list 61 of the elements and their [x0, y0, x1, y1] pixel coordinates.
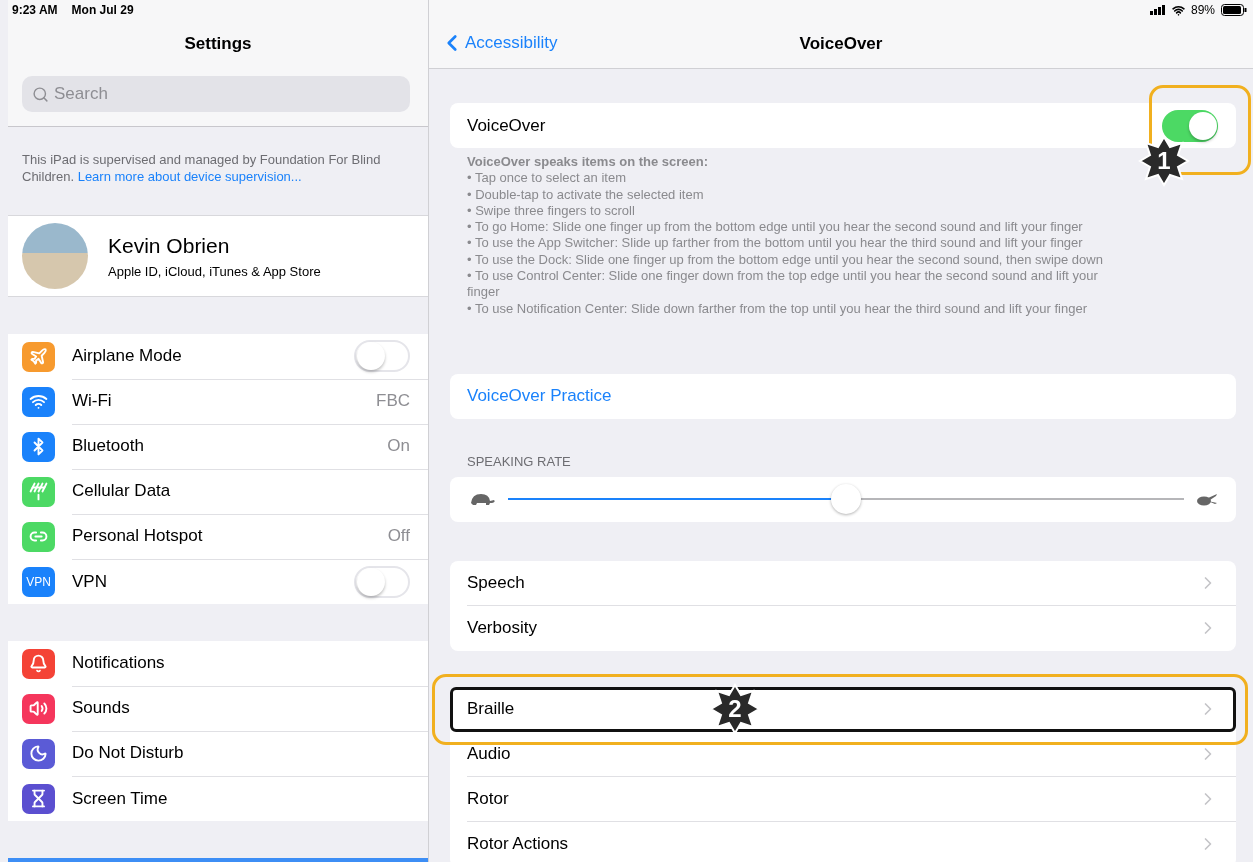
- row-label: Notifications: [72, 653, 165, 673]
- toggle-switch[interactable]: [354, 565, 410, 598]
- numbered-star-badge: 2: [709, 682, 761, 735]
- voiceover-toggle[interactable]: [1162, 109, 1218, 142]
- row-label: Cellular Data: [72, 481, 171, 501]
- profile-name: Kevin Obrien: [108, 233, 231, 258]
- settings-row[interactable]: Cellular Data: [8, 469, 428, 514]
- hare-icon: [1196, 492, 1218, 507]
- row-label: Screen Time: [72, 788, 168, 809]
- turtle-icon: [468, 492, 496, 507]
- row-label: Do Not Disturb: [72, 743, 184, 763]
- row-label: Personal Hotspot: [72, 526, 203, 546]
- description-bullet: • To use the App Switcher: Slide up farther from the bottom until you hear the third sound and lift your finger: [467, 235, 1083, 252]
- settings-row[interactable]: Sounds: [8, 686, 428, 731]
- description-bullet: • Tap once to select an item: [467, 170, 626, 187]
- battery-icon: [1221, 4, 1247, 16]
- settings-row[interactable]: Do Not Disturb: [8, 731, 428, 776]
- row-label: VoiceOver: [467, 115, 546, 136]
- settings-row[interactable]: Screen Time: [8, 776, 428, 821]
- row-label: Bluetooth: [72, 436, 144, 456]
- profile-row[interactable]: Kevin Obrien Apple ID, iCloud, iTunes & App Store: [8, 215, 428, 297]
- settings-row[interactable]: Personal Hotspot Off: [8, 514, 428, 559]
- sidebar-title: Settings: [184, 34, 252, 54]
- profile-subtitle: Apple ID, iCloud, iTunes & App Store: [108, 263, 321, 279]
- search-icon: [32, 86, 49, 103]
- status-date: Mon Jul 29: [71, 3, 134, 17]
- description-bullet: • To go Home: Slide one finger up from the bottom edge until you hear the second sound and lift your finger: [467, 219, 1083, 236]
- menu-row[interactable]: Speech: [450, 560, 1236, 606]
- settings-row[interactable]: Bluetooth On: [8, 424, 428, 469]
- description-heading: VoiceOver speaks items on the screen:: [467, 154, 709, 171]
- row-label: VPN: [72, 571, 107, 592]
- wifi-icon: [1171, 3, 1185, 17]
- settings-row[interactable]: Wi-Fi FBC: [8, 379, 428, 424]
- description-bullet: • To use Notification Center: Slide down farther from the top until you hear the third sound and lift your finger: [467, 300, 1087, 317]
- toggle-switch[interactable]: [354, 340, 410, 372]
- menu-row[interactable]: Verbosity: [450, 605, 1236, 651]
- slider-thumb[interactable]: [831, 484, 861, 515]
- menu-row[interactable]: Rotor Actions: [450, 821, 1236, 862]
- settings-row[interactable]: Notifications: [8, 641, 428, 686]
- description-bullet: • To use the Dock: Slide one finger up from the bottom edge until you hear the second sound, then swipe down: [467, 251, 1103, 269]
- practice-link[interactable]: VoiceOver Practice: [450, 373, 1236, 419]
- row-value: On: [387, 436, 410, 456]
- row-value: Off: [387, 526, 410, 546]
- status-time: 9:23 AM: [12, 3, 58, 17]
- settings-row[interactable]: Airplane Mode: [8, 334, 428, 379]
- settings-tile-icon: VPN: [22, 566, 55, 597]
- description-bullet: • To use Control Center: Slide one finger down from the top edge until you hear the second sound and lift your finger: [467, 268, 1099, 301]
- search-field[interactable]: Search: [22, 76, 410, 112]
- settings-row[interactable]: VPN VPN: [8, 559, 428, 604]
- battery-percent: 89%: [1190, 3, 1215, 17]
- signal-icon: [1149, 5, 1166, 15]
- page-title: VoiceOver: [799, 34, 883, 54]
- row-value: FBC: [376, 391, 410, 411]
- back-button[interactable]: Accessibility: [439, 30, 558, 56]
- row-label: Airplane Mode: [72, 346, 182, 366]
- section-header: SPEAKING RATE: [467, 453, 572, 469]
- description-bullet: • Double-tap to activate the selected item: [467, 186, 704, 203]
- row-label: Wi-Fi: [72, 391, 112, 411]
- description-bullet: • Swipe three fingers to scroll: [467, 202, 635, 220]
- row-label: Sounds: [72, 698, 130, 718]
- menu-row[interactable]: Rotor: [450, 776, 1236, 822]
